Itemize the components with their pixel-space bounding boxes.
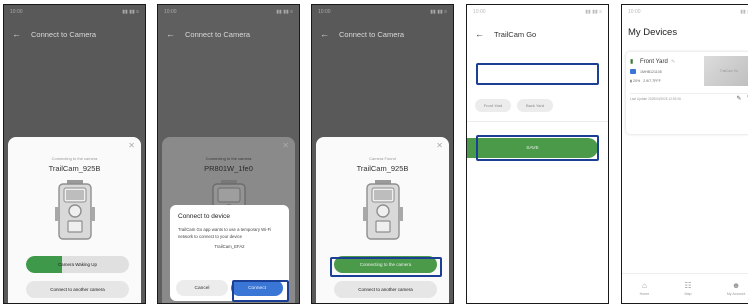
device-id-icon: [630, 69, 636, 74]
top-bar: ← TrailCam Go: [467, 23, 608, 45]
sheet-subtitle: Connecting to the camera: [51, 156, 98, 161]
status-time: 10:00: [164, 9, 177, 15]
status-icons: ▮▮ ▮▮ ≡: [430, 9, 447, 15]
nav-account[interactable]: ☻ My Account: [727, 281, 746, 296]
storage-usage: 2.9/7.7FFF: [643, 79, 661, 83]
sheet-subtitle: Connecting to the camera: [205, 156, 252, 161]
account-icon: ☻: [731, 281, 741, 290]
status-icons: ▮▮ ▮▮ ≡: [276, 9, 293, 15]
map-icon: ☷: [684, 281, 692, 290]
chip-front-yard[interactable]: Front Yard: [475, 99, 511, 112]
connect-another-camera-button[interactable]: Connect to another camera: [334, 281, 437, 298]
back-arrow-icon[interactable]: ←: [12, 29, 21, 39]
device-status: ▮ 20% 2.9/7.7FFF: [630, 79, 661, 83]
chip-back-yard[interactable]: Back Yard: [517, 99, 553, 112]
screen-connect-dialog: 10:00 ▮▮ ▮▮ ≡ ← Connect to Camera ✕ Conn…: [157, 4, 300, 304]
top-bar: ← Connect to Camera: [312, 23, 453, 45]
nav-home[interactable]: ⌂ Home: [640, 281, 650, 296]
dialog-title: Connect to device: [178, 213, 231, 220]
battery-icon: ▮: [630, 79, 632, 83]
sheet-subtitle: Camera Found: [369, 156, 396, 161]
status-time: 10:00: [473, 9, 486, 15]
screen-name-camera: 10:00 ▮▮ ▮▮ ≡ ← TrailCam Go Front Yard B…: [466, 4, 609, 304]
card-divider: [630, 93, 748, 94]
page-title: Connect to Camera: [185, 29, 251, 39]
status-bar: 10:00 ▮▮ ▮▮ ≡: [622, 5, 748, 19]
device-id: 1MHB121105: [640, 70, 662, 74]
trail-camera-icon: [54, 180, 95, 240]
page-title: Connect to Camera: [31, 29, 97, 39]
battery-level: 20%: [632, 79, 641, 83]
back-arrow-icon[interactable]: ←: [475, 29, 484, 39]
back-arrow-icon[interactable]: ←: [320, 29, 329, 39]
top-bar: ← Connect to Camera: [158, 23, 299, 45]
close-icon[interactable]: ✕: [128, 141, 135, 150]
card-actions: ✎ 🗑: [736, 95, 748, 102]
save-button[interactable]: SAVE: [467, 138, 598, 158]
camera-name: TrailCam_925B: [48, 164, 101, 173]
connect-another-camera-button[interactable]: Connect to another camera: [26, 281, 129, 298]
status-bar: 10:00 ▮▮ ▮▮ ≡: [158, 5, 299, 19]
bottom-sheet: ✕ Connecting to the camera TrailCam_925B…: [8, 137, 141, 303]
page-title: My Devices: [628, 27, 678, 38]
signal-icon: ▮: [630, 59, 634, 65]
status-icons: ▮▮ ▮▮ ≡: [122, 9, 139, 15]
status-bar: 10:00 ▮▮ ▮▮ ≡: [467, 5, 608, 19]
cancel-button[interactable]: Cancel: [176, 280, 228, 296]
status-bar: 10:00 ▮▮ ▮▮ ≡: [312, 5, 453, 19]
thumbnail-text: TrailCam Go: [719, 69, 739, 73]
status-time: 10:00: [318, 9, 331, 15]
dialog-message: TrailCam Go app wants to use a temporary…: [178, 227, 272, 239]
progress-fill: [26, 256, 63, 273]
status-icons: ▮▮ ▮▮ ≡: [585, 9, 602, 15]
nav-map-label: Map: [684, 292, 692, 296]
status-icons: ▮▮ ▮▮ ≡: [740, 9, 748, 15]
last-update: Last Update 2025/04/2025 12:52:06: [630, 97, 681, 101]
dialog-network-name: TrailCam_EFA2: [214, 244, 245, 250]
page-title: Connect to Camera: [339, 29, 405, 39]
device-card[interactable]: ▮ Front Yard ✎ 1MHB121105 ▮ 20% 2.9/7.7F…: [626, 52, 748, 134]
nav-home-label: Home: [639, 292, 650, 296]
screen-camera-found: 10:00 ▮▮ ▮▮ ≡ ← Connect to Camera ✕ Came…: [311, 4, 454, 304]
top-bar: ← Connect to Camera: [4, 23, 145, 45]
nav-map[interactable]: ☷ Map: [684, 281, 691, 296]
connect-button[interactable]: Connect: [231, 280, 283, 296]
page-title: TrailCam Go: [494, 29, 537, 39]
bottom-nav: ⌂ Home ☷ Map ☻ My Account: [622, 273, 748, 303]
trail-camera-icon: [362, 180, 403, 240]
camera-name: TrailCam_925B: [356, 164, 409, 173]
wakeup-progress-bar: Camera Waking Up: [26, 256, 129, 273]
status-bar: 10:00 ▮▮ ▮▮ ≡: [4, 5, 145, 19]
camera-name: PR801W_1fe0: [204, 164, 253, 173]
bottom-sheet: ✕ Camera Found TrailCam_925B Connecting …: [316, 137, 449, 303]
progress-label: Camera Waking Up: [57, 262, 98, 267]
edit-name-icon[interactable]: ✎: [671, 59, 675, 65]
divider: [467, 121, 608, 122]
home-icon: ⌂: [641, 281, 647, 290]
camera-name-input[interactable]: [478, 65, 597, 83]
back-arrow-icon[interactable]: ←: [166, 29, 175, 39]
device-name: Front Yard: [640, 59, 668, 65]
connect-device-dialog: Connect to device TrailCam Go app wants …: [170, 205, 289, 301]
edit-icon[interactable]: ✎: [736, 95, 741, 102]
status-time: 10:00: [628, 9, 641, 15]
close-icon[interactable]: ✕: [436, 141, 443, 150]
status-time: 10:00: [10, 9, 23, 15]
device-thumbnail: TrailCam Go: [704, 56, 748, 86]
screen-connecting: 10:00 ▮▮ ▮▮ ≡ ← Connect to Camera ✕ Conn…: [3, 4, 146, 304]
screen-my-devices: 10:00 ▮▮ ▮▮ ≡ My Devices + ▮ Front Yard …: [621, 4, 748, 304]
close-icon[interactable]: ✕: [282, 141, 289, 150]
nav-account-label: My Account: [726, 292, 746, 296]
connecting-to-camera-button[interactable]: Connecting to the camera: [334, 256, 437, 273]
